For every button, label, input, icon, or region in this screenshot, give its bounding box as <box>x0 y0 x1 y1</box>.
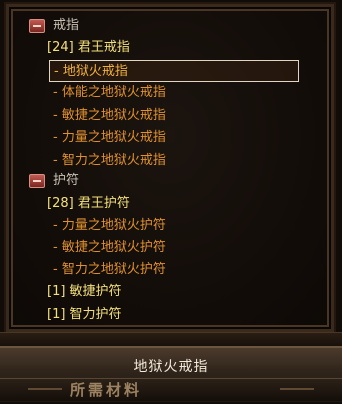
collapse-minus-icon[interactable] <box>29 174 45 188</box>
item-label: - 敏捷之地狱火护符 <box>53 240 166 255</box>
list-item[interactable]: - 敏捷之地狱火护符 <box>53 237 166 259</box>
list-item[interactable]: - 力量之地狱火护符 <box>53 215 166 237</box>
list-item-selected[interactable]: - 地狱火戒指 <box>49 60 299 82</box>
list-item[interactable]: - 智力之地狱火护符 <box>53 259 166 281</box>
item-label: [28] 君王护符 <box>47 196 130 211</box>
list-item-set-amulet[interactable]: [28] 君王护符 <box>47 193 130 215</box>
item-label: - 智力之地狱火戒指 <box>53 153 166 168</box>
item-label: - 智力之地狱火护符 <box>53 262 166 277</box>
list-item[interactable]: - 智力之地狱火戒指 <box>53 150 166 172</box>
category-label: 护符 <box>53 173 80 188</box>
ornament-left <box>28 388 62 404</box>
item-label: - 敏捷之地狱火戒指 <box>53 108 166 123</box>
list-item[interactable]: - 敏捷之地狱火戒指 <box>53 105 166 127</box>
list-item[interactable]: [1] 敏捷护符 <box>47 281 122 303</box>
category-header-amulets[interactable]: 护符 <box>9 170 329 192</box>
category-label: 戒指 <box>53 18 80 33</box>
detail-subtitle: 所需材料 <box>70 381 143 399</box>
recipe-list-panel: 戒指 [24] 君王戒指 - 地狱火戒指 - 体能之地狱火戒指 - 敏捷之地狱火… <box>6 4 334 332</box>
item-label: - 力量之地狱火护符 <box>53 218 166 233</box>
category-header-rings[interactable]: 戒指 <box>9 15 329 37</box>
item-label: - 地狱火戒指 <box>54 64 128 79</box>
detail-title: 地狱火戒指 <box>133 359 209 375</box>
list-item[interactable]: - 体能之地狱火戒指 <box>53 82 166 104</box>
collapse-minus-icon[interactable] <box>29 19 45 33</box>
ornament-right <box>280 388 314 404</box>
item-label: [1] 智力护符 <box>47 307 122 322</box>
panel-frame-bottom <box>0 332 342 347</box>
item-label: - 力量之地狱火戒指 <box>53 130 166 145</box>
item-label: - 体能之地狱火戒指 <box>53 85 166 100</box>
list-item-set-ring[interactable]: [24] 君王戒指 <box>47 37 130 59</box>
detail-subheader: 所需材料 <box>0 378 342 401</box>
list-item[interactable]: - 力量之地狱火戒指 <box>53 127 166 149</box>
item-label: [24] 君王戒指 <box>47 40 130 55</box>
list-item[interactable]: [1] 智力护符 <box>47 304 122 326</box>
item-label: [1] 敏捷护符 <box>47 284 122 299</box>
